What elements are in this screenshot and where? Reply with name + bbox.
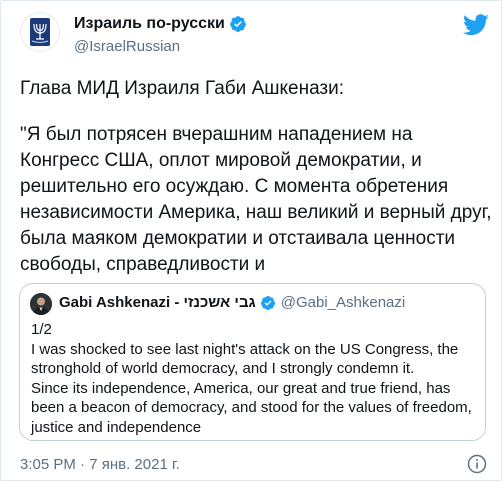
tweet-text-line: Конгресс США, оплот мировой демократии, … [20, 150, 422, 171]
quoted-text-line: stronghold of world democracy, and I str… [31, 360, 415, 377]
quoted-text-line: been a beacon of democracy, and stood fo… [31, 399, 472, 416]
tweet-text-line: независимости Америка, наш великий и вер… [20, 202, 492, 223]
quoted-tweet-body: 1/2 I was shocked to see last night's at… [31, 320, 481, 437]
tweet-text-line: была маяком демократии и отстаивала ценн… [20, 228, 456, 249]
author-handle[interactable]: @IsraelRussian [74, 38, 180, 55]
quoted-author-name[interactable]: Gabi Ashkenazi - גבי אשכנזי [59, 294, 256, 311]
quoted-text-line: justice and independence [31, 418, 202, 436]
tweet-intro-text: Глава МИД Израиля Габи Ашкенази: [20, 78, 345, 99]
tweet-timestamp[interactable]: 3:05 PM · 7 янв. 2021 г. [20, 456, 180, 473]
quoted-text-line: 1/2 [31, 321, 52, 338]
tweet-card: Израиль по-русски @IsraelRussian Глава М… [0, 0, 502, 481]
twitter-bird-icon[interactable] [463, 14, 489, 36]
quoted-tweet-card[interactable]: Gabi Ashkenazi - גבי אשכנזי @Gabi_Ashken… [19, 283, 486, 441]
quoted-text-line: Since its independence, America, our gre… [31, 379, 451, 397]
person-avatar-icon [30, 293, 52, 315]
tweet-text-line: свободы, справедливости и [20, 254, 266, 275]
info-icon[interactable] [467, 454, 487, 474]
author-name[interactable]: Израиль по-русски [74, 15, 247, 33]
author-avatar[interactable] [20, 12, 60, 52]
israel-emblem-icon [30, 18, 50, 46]
tweet-text-line: "Я был потрясен вчерашним нападением на [20, 124, 413, 145]
verified-badge-icon [260, 295, 275, 310]
quoted-author-avatar[interactable] [30, 293, 52, 315]
quoted-text-line: I was shocked to see last night's attack… [31, 340, 459, 358]
quoted-author-handle[interactable]: @Gabi_Ashkenazi [281, 294, 405, 311]
tweet-text-line: решительно его осуждаю. С момента обрете… [20, 176, 449, 197]
author-display-name[interactable]: Израиль по-русски [74, 15, 225, 33]
quoted-tweet-header: Gabi Ashkenazi - גבי אשכנזי @Gabi_Ashken… [59, 294, 405, 311]
tweet-quote-text: "Я был потрясен вчерашним нападением на … [20, 122, 498, 278]
verified-badge-icon [230, 16, 246, 32]
